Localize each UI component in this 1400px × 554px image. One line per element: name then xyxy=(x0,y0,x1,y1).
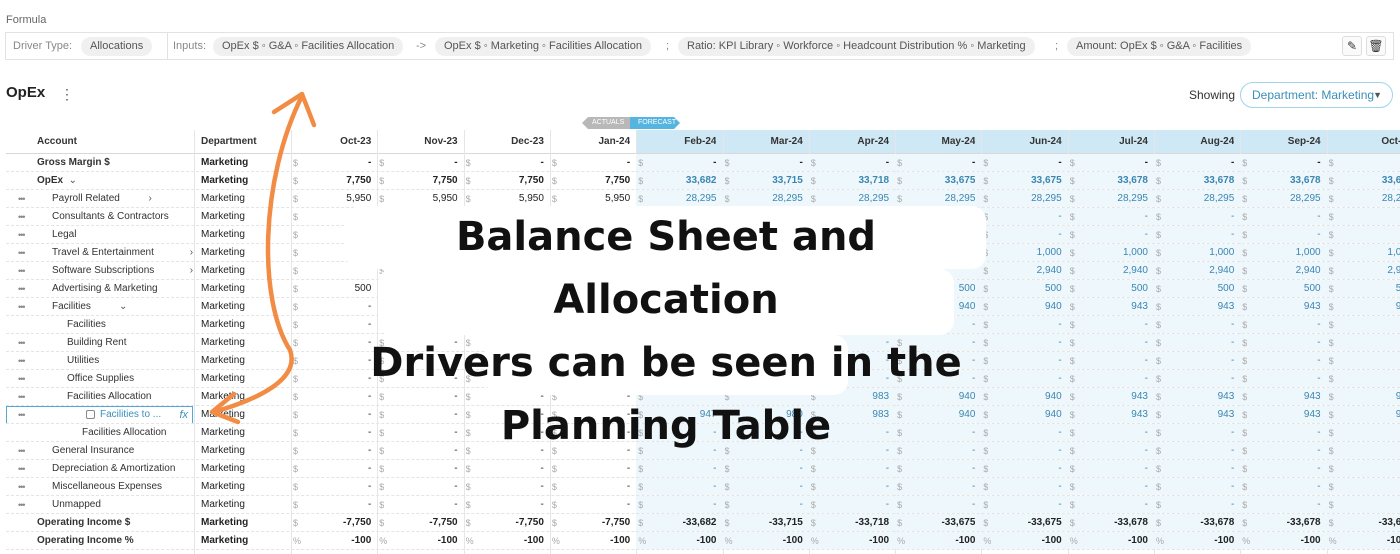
arrow-curve xyxy=(211,93,305,415)
double-arrow-annotation xyxy=(209,91,317,425)
